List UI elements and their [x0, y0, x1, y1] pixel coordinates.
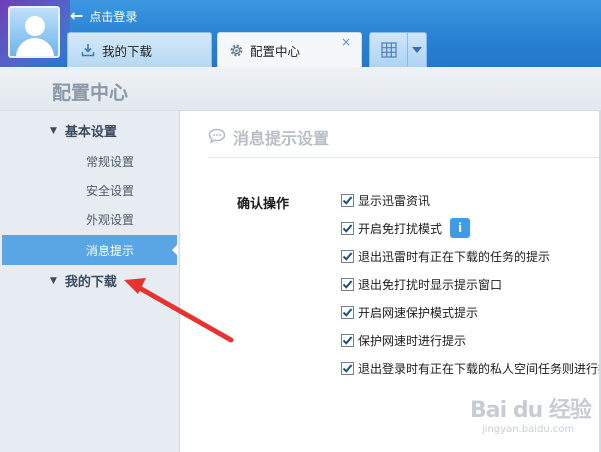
- download-icon: [80, 42, 96, 58]
- option-checkbox[interactable]: [341, 193, 354, 207]
- option-label: 显示迅雷资讯: [358, 193, 431, 208]
- sidebar-item-security[interactable]: 安全设置: [86, 182, 134, 199]
- triangle-down-icon: ▼: [50, 275, 57, 286]
- option-label: 开启网速保护模式提示: [358, 305, 479, 320]
- confirm-operations-label: 确认操作: [237, 197, 290, 212]
- tab-config-center-label: 配置中心: [250, 43, 301, 59]
- option-label: 退出登录时有正在下载的私人空间任务则进行提示: [358, 361, 600, 376]
- option-checkbox[interactable]: [341, 249, 354, 263]
- login-label: 点击登录: [89, 9, 138, 24]
- option-speed-protect-notify: 保护网速时进行提示: [341, 331, 466, 349]
- baidu-jingyan-watermark: Bai du 经验 jingyan.baidu.com: [470, 392, 595, 448]
- tab-config-center[interactable]: 配置中心 ×: [217, 32, 362, 67]
- triangle-down-icon: ▼: [50, 125, 57, 136]
- watermark-brand: Bai du 经验: [470, 398, 592, 423]
- chat-bubble-icon: [208, 128, 226, 147]
- option-exit-with-downloads: 退出迅雷时有正在下载的任务的提示: [341, 247, 550, 265]
- login-link[interactable]: ← 点击登录: [70, 7, 137, 25]
- option-checkbox[interactable]: [341, 361, 354, 375]
- settings-sidebar: ▼ 基本设置 常规设置 安全设置 外观设置 消息提示 ▼ 我的下载: [0, 111, 180, 452]
- sidebar-group-label: 我的下载: [64, 275, 117, 290]
- close-tab-icon[interactable]: ×: [341, 35, 351, 49]
- tab-grid-menu-button[interactable]: [369, 32, 427, 67]
- option-label: 退出迅雷时有正在下载的任务的提示: [358, 249, 551, 264]
- option-checkbox[interactable]: [341, 305, 354, 319]
- watermark-url: jingyan.baidu.com: [482, 424, 575, 435]
- sidebar-group-my-downloads[interactable]: ▼ 我的下载: [50, 271, 117, 290]
- chevron-down-icon: [408, 33, 426, 67]
- sidebar-group-basic-settings[interactable]: ▼ 基本设置: [50, 121, 117, 140]
- selection-notch-icon: [172, 244, 178, 256]
- sidebar-item-message-prompts[interactable]: 消息提示: [2, 235, 178, 265]
- option-label: 开启免打扰模式: [358, 221, 443, 236]
- option-checkbox[interactable]: [341, 277, 354, 291]
- sidebar-item-appearance[interactable]: 外观设置: [86, 211, 134, 228]
- option-logout-private-space: 退出登录时有正在下载的私人空间任务则进行提示: [341, 359, 600, 377]
- option-exit-dnd-prompt: 退出免打扰时显示提示窗口: [341, 275, 502, 293]
- option-label: 退出免打扰时显示提示窗口: [358, 277, 503, 292]
- avatar-body-shape: [16, 38, 54, 56]
- page-header: 配置中心: [0, 67, 601, 111]
- tab-my-downloads-label: 我的下载: [102, 43, 153, 59]
- avatar-head-shape: [25, 16, 45, 36]
- sidebar-item-general[interactable]: 常规设置: [86, 153, 134, 170]
- title-bar: ← 点击登录 我的下载 配置中心 ×: [0, 0, 601, 67]
- option-label: 保护网速时进行提示: [358, 333, 467, 348]
- section-divider: [208, 157, 601, 158]
- tab-my-downloads[interactable]: 我的下载: [67, 32, 212, 67]
- grid-icon: [370, 33, 408, 67]
- option-do-not-disturb: 开启免打扰模式 i: [341, 218, 471, 238]
- sidebar-group-label: 基本设置: [64, 125, 117, 140]
- gear-icon: [228, 42, 244, 58]
- section-title: 消息提示设置: [233, 129, 330, 148]
- sidebar-item-label: 消息提示: [86, 244, 135, 258]
- page-title: 配置中心: [52, 82, 129, 104]
- user-avatar[interactable]: [8, 6, 60, 58]
- section-header: 消息提示设置: [208, 125, 329, 149]
- option-checkbox[interactable]: [341, 221, 354, 235]
- option-show-xunlei-news: 显示迅雷资讯: [341, 191, 430, 209]
- option-checkbox[interactable]: [341, 333, 354, 347]
- info-icon[interactable]: i: [450, 218, 471, 238]
- option-speed-protect-prompt: 开启网速保护模式提示: [341, 303, 478, 321]
- back-arrow-icon: ←: [70, 6, 84, 25]
